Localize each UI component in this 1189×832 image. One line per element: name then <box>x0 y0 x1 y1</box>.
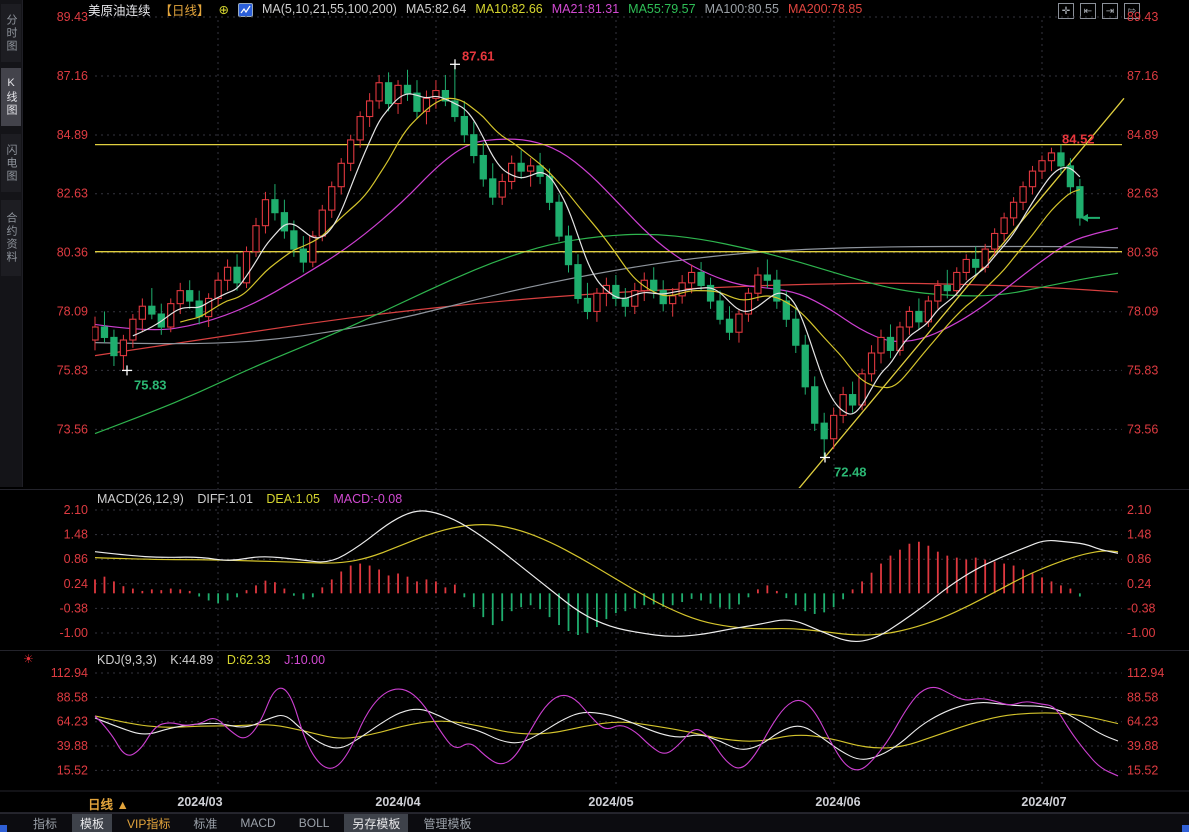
kdj-k-line <box>94 702 1119 760</box>
y-axis-label: 64.23 <box>57 715 88 729</box>
y-axis-label: 64.23 <box>1127 715 1158 729</box>
y-axis-label: -1.00 <box>1127 626 1156 640</box>
kdj-d-line <box>94 712 1119 749</box>
tab-standard[interactable]: 标准 <box>185 814 225 832</box>
y-axis-label: 75.83 <box>1127 363 1158 377</box>
date-label: 2024/07 <box>1021 795 1067 809</box>
price-panel <box>92 64 1125 490</box>
y-axis-label: 0.24 <box>1127 577 1151 591</box>
macd-panel-header: MACD(26,12,9) DIFF:1.01 DEA:1.05 MACD:-0… <box>97 492 412 506</box>
y-axis-label: -0.38 <box>60 601 89 615</box>
y-axis-label: 0.24 <box>64 577 88 591</box>
period-selector[interactable]: 日线 ▲ <box>88 794 129 813</box>
scroll-right-accent[interactable] <box>1182 825 1189 832</box>
y-axis-label: 39.88 <box>57 739 88 753</box>
y-axis-label: 88.58 <box>1127 690 1158 704</box>
trading-app-window: 分时图 K线图 闪电图 合约资料 美原油连续 【日线】 ⊕ MA(5,10,21,55… <box>0 0 1189 832</box>
y-axis-label: 80.36 <box>57 246 88 260</box>
price-annotation: 87.61 <box>462 48 495 63</box>
tab-indicators[interactable]: 指标 <box>25 814 65 832</box>
y-axis-label: 78.09 <box>1127 305 1158 319</box>
date-label: 2024/05 <box>588 795 634 809</box>
y-axis-label: 87.16 <box>1127 69 1158 83</box>
y-axis-label: 15.52 <box>57 763 88 777</box>
price-annotation: 72.48 <box>834 464 867 479</box>
tab-macd[interactable]: MACD <box>232 815 283 831</box>
price-annotation: 75.83 <box>134 377 167 392</box>
tab-vip-indicators[interactable]: VIP指标 <box>119 814 178 832</box>
kdj-k-value: K:44.89 <box>170 653 214 667</box>
y-axis-label: 82.63 <box>1127 187 1158 201</box>
y-axis-label: 73.56 <box>1127 422 1158 436</box>
y-axis-label: 78.09 <box>57 305 88 319</box>
kdj-j-line <box>94 686 1119 777</box>
y-axis-label: 89.43 <box>1127 10 1158 24</box>
y-axis-label: -1.00 <box>60 626 89 640</box>
y-axis-label: 2.10 <box>1127 503 1151 517</box>
trend-line[interactable] <box>797 97 1125 490</box>
price-annotation: 84.52 <box>1062 132 1095 147</box>
y-axis-label: 0.86 <box>1127 552 1151 566</box>
tab-manage-template[interactable]: 管理模板 <box>415 814 479 832</box>
bottom-tab-bar: 指标 模板 VIP指标 标准 MACD BOLL 另存模板 管理模板 <box>0 813 1189 832</box>
kdj-panel-header: KDJ(9,3,3) K:44.89 D:62.33 J:10.00 <box>97 653 335 667</box>
ma5-line <box>132 93 1081 415</box>
chart-canvas[interactable]: 87.61 84.52 75.83 72.48 89.43 89.43 87.16 87.16… <box>0 0 1189 832</box>
y-axis-label: 15.52 <box>1127 763 1158 777</box>
grid-layer <box>95 16 1122 788</box>
macd-diff-value: DIFF:1.01 <box>197 492 253 506</box>
y-axis-label: 0.86 <box>64 552 88 566</box>
y-axis-label: 2.10 <box>64 503 88 517</box>
y-axis-label: 112.94 <box>51 666 88 680</box>
macd-panel <box>94 510 1119 643</box>
tab-templates[interactable]: 模板 <box>72 813 113 832</box>
y-axis-label: 87.16 <box>57 69 88 83</box>
date-label: 2024/06 <box>815 795 861 809</box>
tab-boll[interactable]: BOLL <box>291 815 338 831</box>
y-axis-label: 112.94 <box>1127 666 1164 680</box>
y-axis-label: 84.89 <box>57 128 88 142</box>
y-axis-label: 88.58 <box>57 690 88 704</box>
kdj-j-value: J:10.00 <box>284 653 326 667</box>
macd-value: MACD:-0.08 <box>333 492 403 506</box>
kdj-panel <box>94 686 1119 777</box>
kdj-title: KDJ(9,3,3) <box>97 653 157 667</box>
y-axis-label: 73.56 <box>57 422 88 436</box>
kdj-d-value: D:62.33 <box>226 653 271 667</box>
macd-dea-value: DEA:1.05 <box>266 492 320 506</box>
indicator-settings-icon[interactable]: ☀ <box>23 652 34 666</box>
y-axis-label: 1.48 <box>1127 528 1151 542</box>
y-axis-label: 1.48 <box>64 528 88 542</box>
y-axis-label: 89.43 <box>57 10 88 24</box>
date-label: 2024/03 <box>177 795 223 809</box>
y-axis-label: 82.63 <box>57 187 88 201</box>
date-label: 2024/04 <box>375 795 421 809</box>
y-axis-label: 80.36 <box>1127 246 1158 260</box>
y-axis-label: -0.38 <box>1127 601 1156 615</box>
scroll-left-accent[interactable] <box>0 825 7 832</box>
macd-title: MACD(26,12,9) <box>97 492 184 506</box>
diff-line <box>94 510 1119 643</box>
tab-save-template[interactable]: 另存模板 <box>344 813 409 832</box>
y-axis-label: 75.83 <box>57 363 88 377</box>
y-axis-label: 39.88 <box>1127 739 1158 753</box>
y-axis-label: 84.89 <box>1127 128 1158 142</box>
